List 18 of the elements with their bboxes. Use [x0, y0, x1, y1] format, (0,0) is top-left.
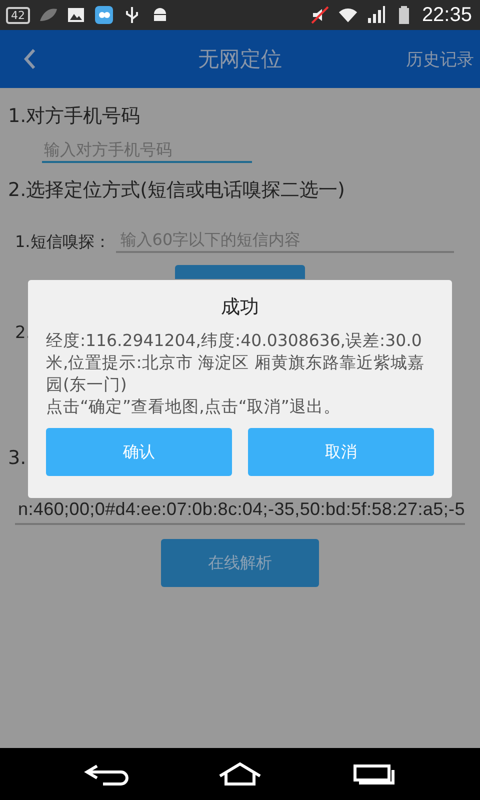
dialog-title: 成功	[220, 296, 260, 318]
dialog-message: 经度:116.2941204,纬度:40.0308636,误差:30.0米,位置提示:北京市 海淀区 厢黄旗东路靠近紫城嘉园(东一门) 点击“确定”查看地图,点击“取消”退出。	[46, 330, 426, 418]
section-label: 2.选择定位方式(短信或电话嗅探二选一)	[8, 178, 345, 203]
muted-icon	[310, 5, 330, 25]
clock: 22:35	[422, 4, 472, 26]
cancel-button[interactable]: 取消	[248, 428, 434, 476]
signal-icon	[366, 5, 386, 25]
image-icon	[66, 5, 86, 25]
notification-badge: 42	[6, 6, 30, 24]
back-icon[interactable]	[82, 762, 131, 786]
history-link[interactable]: 历史记录	[406, 48, 474, 70]
section-label: 3.	[8, 447, 26, 469]
section-label: 1.对方手机号码	[8, 104, 140, 129]
sms-label: 1.短信嗅探：	[15, 232, 110, 253]
parse-button[interactable]: 在线解析	[161, 539, 319, 587]
confirm-button[interactable]: 确认	[46, 428, 232, 476]
page-title: 无网定位	[198, 46, 282, 73]
chat-app-icon	[94, 5, 114, 25]
